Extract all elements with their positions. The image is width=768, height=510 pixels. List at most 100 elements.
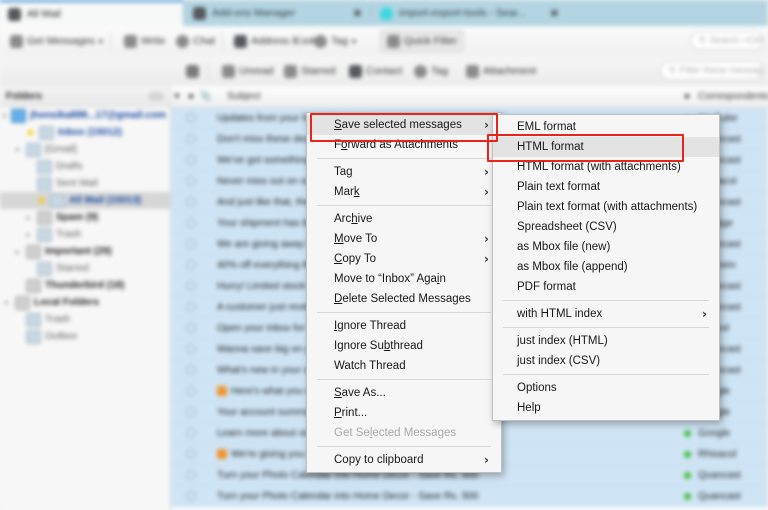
attachment-column-header[interactable]: 📎 xyxy=(199,91,213,102)
submenu-item-as-mbox-file-append[interactable]: as Mbox file (append) xyxy=(493,257,719,277)
folder-item-11[interactable]: ▾Local Folders xyxy=(0,294,170,311)
folder-item-12[interactable]: Trash xyxy=(0,311,170,328)
menu-item-save-selected-messages[interactable]: Save selected messages› xyxy=(307,115,501,135)
menu-item-save-as[interactable]: Save As... xyxy=(307,383,501,403)
menu-item-move-to-inbox-again[interactable]: Move to “Inbox” Again xyxy=(307,269,501,289)
folder-item-4[interactable]: Sent Mail xyxy=(0,175,170,192)
toolbar-button-get-messages[interactable]: Get Messages▾ xyxy=(4,30,109,52)
folder-tree[interactable]: ▾jhonsika888...17@gmail.comInbox (15012)… xyxy=(0,107,170,345)
status-dot[interactable] xyxy=(680,451,694,458)
folder-pane[interactable]: Folders ▾jhonsika888...17@gmail.comInbox… xyxy=(0,86,171,510)
quickfilter-starred[interactable]: Starred xyxy=(278,60,341,82)
menu-item-copy-to-clipboard[interactable]: Copy to clipboard› xyxy=(307,450,501,470)
twisty-icon[interactable]: ▾ xyxy=(2,299,11,307)
submenu-item-just-index-csv[interactable]: just index (CSV) xyxy=(493,351,719,371)
search-input[interactable]: ⚲Search <Ctrl+K> xyxy=(690,31,764,50)
tab-2[interactable]: Add-ons Manager✖ xyxy=(185,0,370,26)
twisty-icon[interactable]: ▸ xyxy=(13,248,22,256)
submenu-item-plain-text-format-with-attachments[interactable]: Plain text format (with attachments) xyxy=(493,197,719,217)
unread-column-header[interactable]: ● xyxy=(680,91,694,102)
read-status-cell[interactable] xyxy=(183,134,199,144)
read-status-cell[interactable] xyxy=(183,239,199,249)
menu-item-forward-as-attachments[interactable]: Forward as Attachments xyxy=(307,135,501,155)
folder-item-6[interactable]: ▸Spam (9) xyxy=(0,209,170,226)
read-status-cell[interactable] xyxy=(183,428,199,438)
save-selected-messages-submenu[interactable]: EML formatHTML formatHTML format (with a… xyxy=(492,114,720,421)
submenu-item-help[interactable]: Help xyxy=(493,398,719,418)
submenu-item-spreadsheet-csv[interactable]: Spreadsheet (CSV) xyxy=(493,217,719,237)
folder-item-9[interactable]: Starred xyxy=(0,260,170,277)
folder-item-8[interactable]: ▸Important (29) xyxy=(0,243,170,260)
folder-item-0[interactable]: ▾jhonsika888...17@gmail.com xyxy=(0,107,170,124)
read-status-cell[interactable] xyxy=(183,197,199,207)
folder-item-7[interactable]: ▸Trash xyxy=(0,226,170,243)
menu-item-ignore-thread[interactable]: Ignore Thread xyxy=(307,316,501,336)
folder-item-2[interactable]: ▾[Gmail] xyxy=(0,141,170,158)
menu-item-ignore-subthread[interactable]: Ignore Subthread xyxy=(307,336,501,356)
submenu-item-html-format[interactable]: HTML format xyxy=(493,137,719,157)
menu-item-copy-to[interactable]: Copy To› xyxy=(307,249,501,269)
read-status-cell[interactable] xyxy=(183,176,199,186)
quickfilter-contact[interactable]: Contact xyxy=(343,60,408,82)
toolbar-button-chat[interactable]: Chat xyxy=(170,30,221,52)
submenu-item-with-html-index[interactable]: with HTML index› xyxy=(493,304,719,324)
read-status-cell[interactable] xyxy=(183,365,199,375)
subject-column-header[interactable]: Subject xyxy=(213,91,680,102)
message-list-header[interactable]: ▾ ● 📎 Subject ● Correspondents xyxy=(171,86,768,108)
submenu-item-plain-text-format[interactable]: Plain text format xyxy=(493,177,719,197)
folder-view-selector[interactable] xyxy=(148,92,164,101)
toolbar-button-quick-filter[interactable]: Quick Filter xyxy=(380,30,464,52)
close-icon[interactable]: ✖ xyxy=(353,7,362,20)
read-status-cell[interactable] xyxy=(183,386,199,396)
filter-messages-input[interactable]: ⚲Filter these messages <Ctrl+Shift+K> xyxy=(660,61,764,80)
read-status-cell[interactable] xyxy=(183,260,199,270)
quickfilter-tag[interactable]: Tag xyxy=(408,60,454,82)
close-icon[interactable]: ✖ xyxy=(550,7,559,20)
message-context-menu[interactable]: Save selected messages›Forward as Attach… xyxy=(306,112,502,473)
correspondents-column-header[interactable]: Correspondents xyxy=(694,91,768,102)
quickfilter-unread[interactable]: Unread xyxy=(216,60,279,82)
menu-item-delete-selected-messages[interactable]: Delete Selected Messages xyxy=(307,289,501,309)
menu-item-print[interactable]: Print... xyxy=(307,403,501,423)
thread-column-header[interactable]: ▾ xyxy=(171,91,183,102)
read-status-cell[interactable] xyxy=(183,155,199,165)
folder-item-13[interactable]: Outbox xyxy=(0,328,170,345)
read-status-cell[interactable] xyxy=(183,491,199,501)
menu-item-mark[interactable]: Mark› xyxy=(307,182,501,202)
menu-item-tag[interactable]: Tag› xyxy=(307,162,501,182)
submenu-item-just-index-html[interactable]: just index (HTML) xyxy=(493,331,719,351)
folder-item-5[interactable]: All Mail (15013) xyxy=(0,192,170,209)
twisty-icon[interactable]: ▾ xyxy=(13,146,22,154)
submenu-item-pdf-format[interactable]: PDF format xyxy=(493,277,719,297)
read-status-cell[interactable] xyxy=(183,323,199,333)
menu-item-watch-thread[interactable]: Watch Thread xyxy=(307,356,501,376)
submenu-item-eml-format[interactable]: EML format xyxy=(493,117,719,137)
read-status-cell[interactable] xyxy=(183,470,199,480)
folder-item-1[interactable]: Inbox (15012) xyxy=(0,124,170,141)
status-dot[interactable] xyxy=(680,493,694,500)
subject-cell[interactable]: Turn your Photo Calendar into Home Decor… xyxy=(213,491,680,502)
read-status-cell[interactable] xyxy=(183,302,199,312)
read-status-cell[interactable] xyxy=(183,344,199,354)
toolbar-button-tag[interactable]: Tag▾ xyxy=(308,30,362,52)
submenu-item-options[interactable]: Options xyxy=(493,378,719,398)
twisty-icon[interactable]: ▾ xyxy=(2,112,7,120)
toolbar-button-write[interactable]: Write xyxy=(118,30,171,52)
read-status-cell[interactable] xyxy=(183,407,199,417)
read-column-header[interactable]: ● xyxy=(183,91,199,102)
status-dot[interactable] xyxy=(680,472,694,479)
read-status-cell[interactable] xyxy=(183,281,199,291)
pin-icon[interactable] xyxy=(180,60,205,82)
read-status-cell[interactable] xyxy=(183,218,199,228)
chevron-down-icon[interactable]: ▾ xyxy=(99,37,103,46)
twisty-icon[interactable]: ▸ xyxy=(24,231,33,239)
table-row[interactable]: Turn your Photo Calendar into Home Decor… xyxy=(171,486,768,507)
folder-item-3[interactable]: Drafts xyxy=(0,158,170,175)
submenu-item-html-format-with-attachments[interactable]: HTML format (with attachments) xyxy=(493,157,719,177)
status-dot[interactable] xyxy=(680,430,694,437)
menu-item-move-to[interactable]: Move To› xyxy=(307,229,501,249)
folder-item-10[interactable]: Thunderbird (18) xyxy=(0,277,170,294)
quickfilter-attachment[interactable]: Attachment xyxy=(460,60,542,82)
read-status-cell[interactable] xyxy=(183,449,199,459)
menu-item-archive[interactable]: Archive xyxy=(307,209,501,229)
